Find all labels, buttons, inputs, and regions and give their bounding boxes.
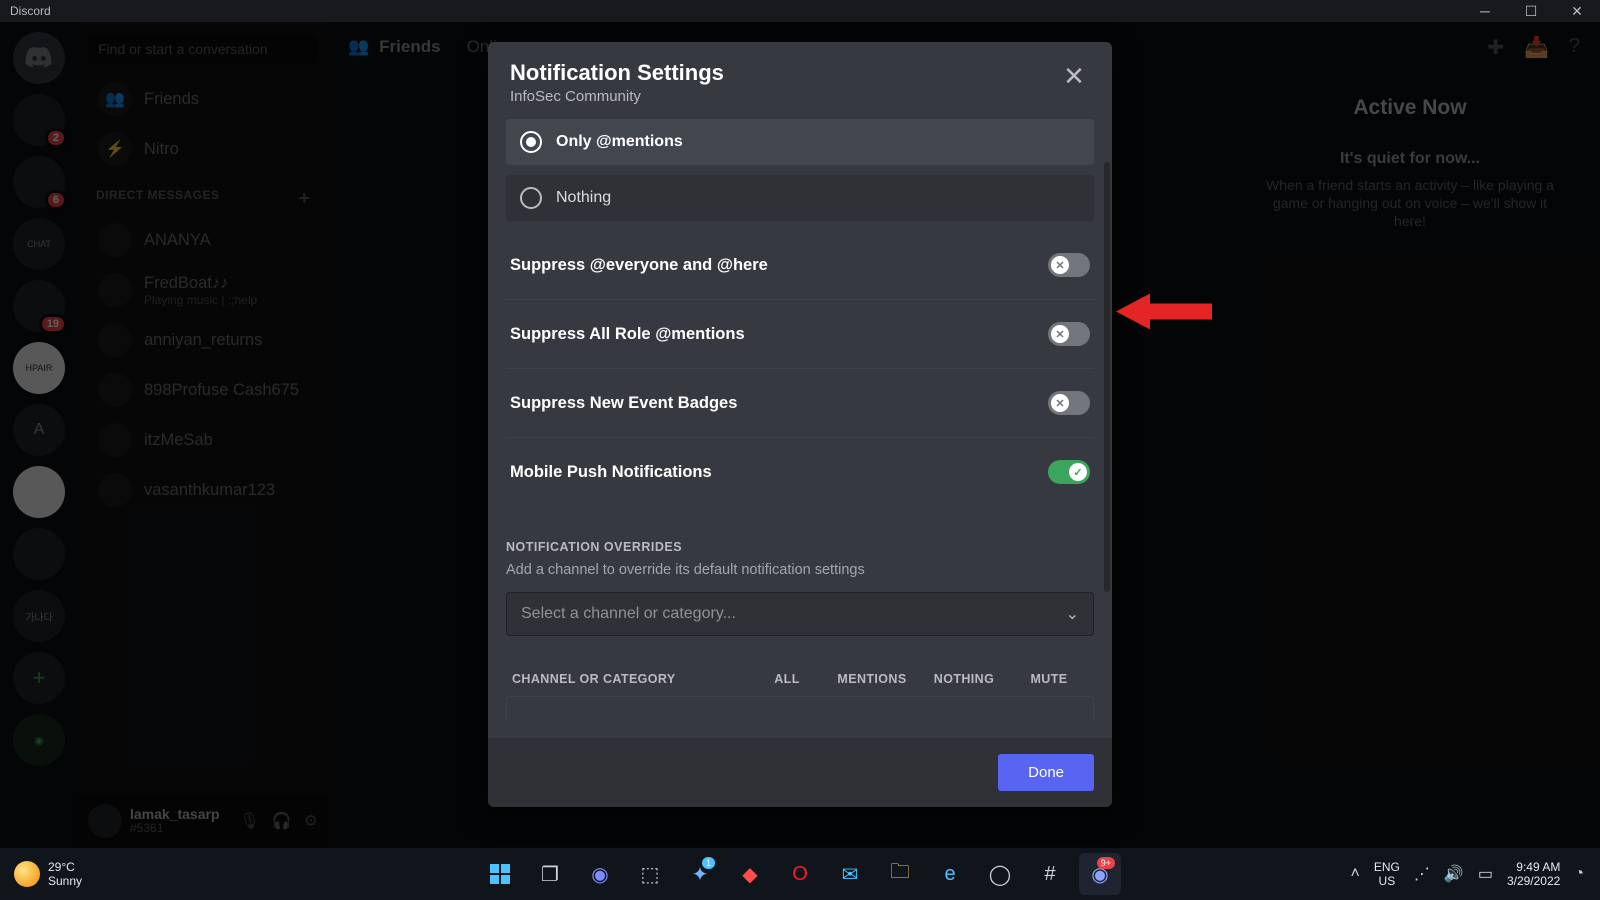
radio-only-mentions[interactable]: Only @mentions [506,119,1094,165]
taskbar-app-icon[interactable]: ✉ [829,853,871,895]
toggle-knob-icon: ✓ [1069,463,1087,481]
col-channel: CHANNEL OR CATEGORY [512,672,748,686]
radio-icon [520,131,542,153]
toggle-knob-icon: ✕ [1051,394,1069,412]
close-button[interactable]: ✕ [1058,60,1090,92]
taskbar-weather[interactable]: 29°C Sunny [0,860,82,888]
radio-icon [520,187,542,209]
taskbar-app-icon[interactable]: 🗀 [879,853,921,895]
col-mentions: MENTIONS [826,672,918,686]
clock-date: 3/29/2022 [1507,874,1560,888]
tray-language[interactable]: ENG US [1374,860,1400,888]
clock-time: 9:49 AM [1507,860,1560,874]
taskbar-app-discord[interactable]: ◉9+ [1079,853,1121,895]
windows-taskbar: 29°C Sunny ❐ ◉ ⬚ ✦1 ◆ O ✉ 🗀 e ◯ # ◉9+ ˄ … [0,848,1600,900]
taskbar-app-icon[interactable]: ◉ [579,853,621,895]
col-all: ALL [748,672,826,686]
toggle-suppress-event-badges[interactable]: ✕ [1048,391,1090,415]
window-close-button[interactable]: ✕ [1554,0,1600,22]
notification-settings-modal: Notification Settings InfoSec Community … [488,42,1112,807]
radio-label: Nothing [556,189,611,207]
window-minimize-button[interactable]: ─ [1462,0,1508,22]
battery-icon[interactable]: ▭ [1478,864,1493,884]
volume-icon[interactable]: 🔊 [1444,864,1464,884]
taskbar-app-icon[interactable]: # [1029,853,1071,895]
toggle-label: Suppress @everyone and @here [510,256,768,275]
tray-chevron-icon[interactable]: ˄ [1351,865,1360,883]
override-channel-select[interactable]: Select a channel or category... ⌄ [506,592,1094,636]
weather-cond: Sunny [48,874,82,888]
override-table-header: CHANNEL OR CATEGORY ALL MENTIONS NOTHING… [506,672,1094,696]
start-button[interactable] [479,853,521,895]
override-table-body [506,696,1094,720]
done-label: Done [1028,764,1064,781]
toggle-label: Mobile Push Notifications [510,463,712,482]
taskbar-app-icon[interactable]: e [929,853,971,895]
modal-subtitle: InfoSec Community [510,88,724,105]
weather-temp: 29°C [48,860,82,874]
toggle-knob-icon: ✕ [1051,325,1069,343]
modal-title: Notification Settings [510,60,724,86]
lang-line1: ENG [1374,860,1400,874]
toggle-mobile-push[interactable]: ✓ [1048,460,1090,484]
taskbar-app-icon[interactable]: ⬚ [629,853,671,895]
annotation-arrow [1116,288,1212,341]
taskbar-app-icon[interactable]: ❐ [529,853,571,895]
toggle-knob-icon: ✕ [1051,256,1069,274]
col-nothing: NOTHING [918,672,1010,686]
select-placeholder: Select a channel or category... [521,605,736,623]
window-maximize-button[interactable]: ☐ [1508,0,1554,22]
toggle-suppress-role-mentions[interactable]: ✕ [1048,322,1090,346]
toggle-label: Suppress All Role @mentions [510,325,745,344]
col-mute: MUTE [1010,672,1088,686]
app-title: Discord [10,4,51,18]
notifications-icon[interactable]: ◔ [1574,865,1584,883]
radio-nothing[interactable]: Nothing [506,175,1094,221]
toggle-label: Suppress New Event Badges [510,394,737,413]
taskbar-app-icon[interactable]: O [779,853,821,895]
radio-label: Only @mentions [556,133,683,151]
wifi-icon[interactable]: ⋰ [1414,864,1430,884]
taskbar-app-icon[interactable]: ◆ [729,853,771,895]
lang-line2: US [1374,874,1400,888]
toggle-suppress-everyone[interactable]: ✕ [1048,253,1090,277]
done-button[interactable]: Done [998,754,1094,791]
overrides-section-description: Add a channel to override its default no… [506,562,1094,578]
overrides-section-header: NOTIFICATION OVERRIDES [506,540,1094,554]
modal-scrollbar[interactable] [1104,162,1110,592]
close-icon: ✕ [1063,61,1085,92]
chevron-down-icon: ⌄ [1066,604,1079,624]
tray-clock[interactable]: 9:49 AM 3/29/2022 [1507,860,1560,888]
taskbar-app-icon[interactable]: ✦1 [679,853,721,895]
taskbar-app-icon[interactable]: ◯ [979,853,1021,895]
sun-icon [14,861,40,887]
